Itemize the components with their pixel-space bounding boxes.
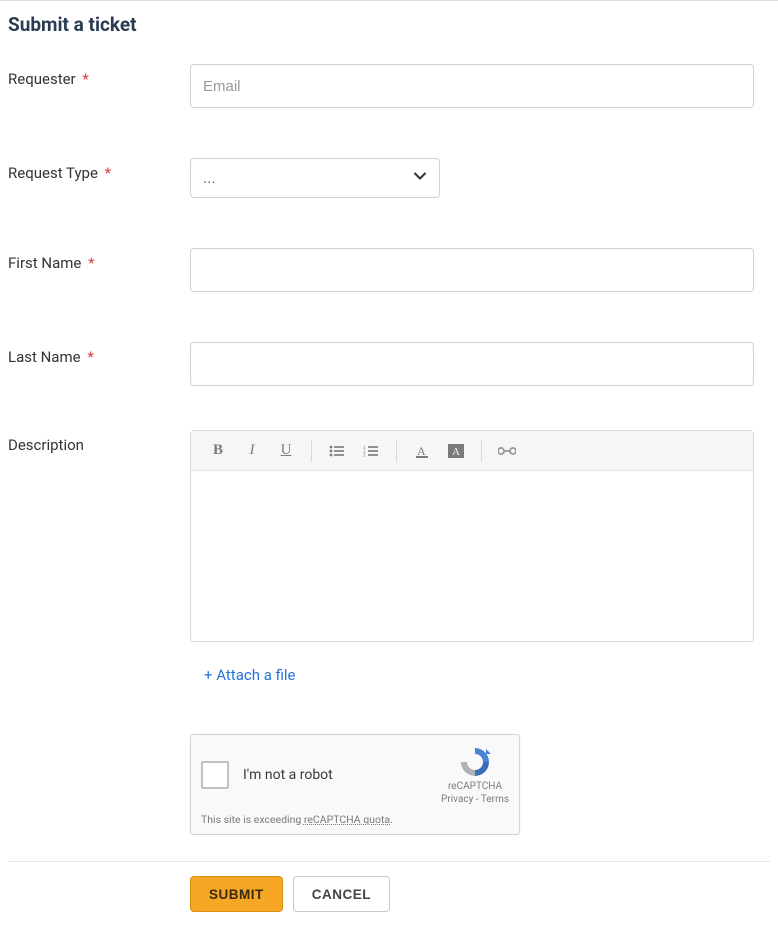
svg-text:A: A xyxy=(452,446,460,458)
required-marker: * xyxy=(88,254,94,272)
recaptcha-widget: I'm not a robot reCAPTCHA Privacy - Term… xyxy=(190,734,520,835)
required-marker: * xyxy=(82,70,88,88)
cancel-button[interactable]: CANCEL xyxy=(293,876,390,912)
description-label: Description xyxy=(8,430,190,454)
submit-button[interactable]: SUBMIT xyxy=(190,876,283,912)
last-name-input[interactable] xyxy=(190,342,754,386)
recaptcha-quota-link[interactable]: reCAPTCHA quota xyxy=(304,813,390,826)
first-name-input[interactable] xyxy=(190,248,754,292)
editor-toolbar: B I U 123 A A xyxy=(191,431,753,471)
bulleted-list-button[interactable] xyxy=(320,436,354,466)
recaptcha-icon xyxy=(458,745,492,779)
toolbar-separator xyxy=(311,440,312,462)
link-button[interactable] xyxy=(490,436,524,466)
request-type-label: Request Type * xyxy=(8,158,190,182)
bold-button[interactable]: B xyxy=(201,436,235,466)
italic-button[interactable]: I xyxy=(235,436,269,466)
svg-text:3: 3 xyxy=(363,454,366,458)
last-name-label: Last Name * xyxy=(8,342,190,366)
request-type-select[interactable]: ... xyxy=(190,158,440,198)
recaptcha-terms-link[interactable]: Terms xyxy=(481,794,509,805)
toolbar-separator xyxy=(481,440,482,462)
required-marker: * xyxy=(87,348,93,366)
bg-color-button[interactable]: A xyxy=(439,436,473,466)
numbered-list-button[interactable]: 123 xyxy=(354,436,388,466)
requester-label: Requester * xyxy=(8,64,190,88)
first-name-label: First Name * xyxy=(8,248,190,272)
description-textarea[interactable] xyxy=(191,471,753,641)
svg-text:A: A xyxy=(417,444,426,458)
recaptcha-privacy-link[interactable]: Privacy xyxy=(441,794,473,805)
attach-file-link[interactable]: + Attach a file xyxy=(204,666,296,684)
toolbar-separator xyxy=(396,440,397,462)
underline-button[interactable]: U xyxy=(269,436,303,466)
requester-input[interactable] xyxy=(190,64,754,108)
recaptcha-logo: reCAPTCHA Privacy - Terms xyxy=(441,745,509,805)
recaptcha-label: I'm not a robot xyxy=(243,767,427,783)
required-marker: * xyxy=(105,164,111,182)
description-editor: B I U 123 A A xyxy=(190,430,754,642)
text-color-button[interactable]: A xyxy=(405,436,439,466)
recaptcha-checkbox[interactable] xyxy=(201,761,229,789)
recaptcha-warning: This site is exceeding reCAPTCHA quota. xyxy=(201,813,509,826)
page-title: Submit a ticket xyxy=(8,13,770,36)
